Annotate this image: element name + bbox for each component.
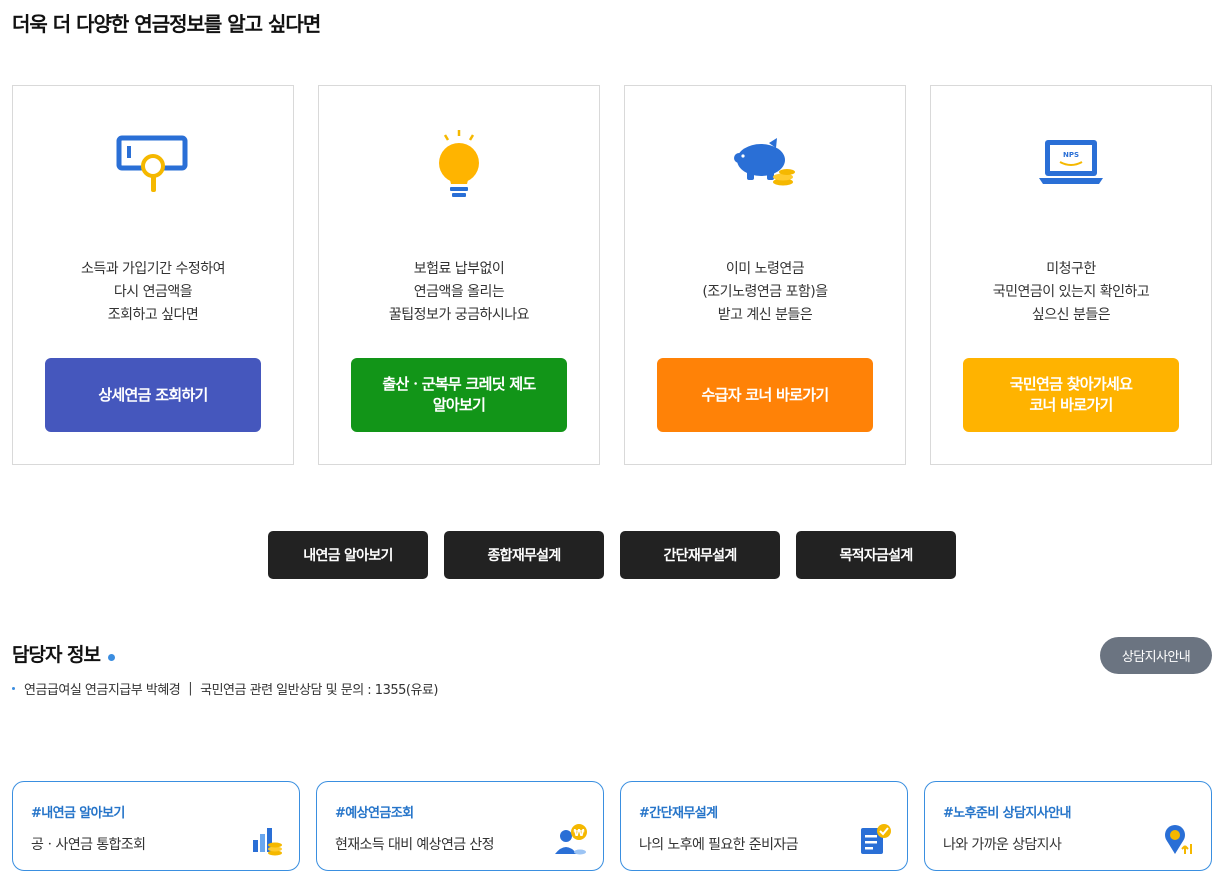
card-description: 이미 노령연금 (조기노령연금 포함)을 받고 계신 분들은 — [702, 261, 828, 323]
title-dot — [108, 654, 115, 661]
section-title: 더욱 더 다양한 연금정보를 알고 싶다면 — [12, 12, 321, 36]
card-description: 보험료 납부없이 연금액을 올리는 꿀팁정보가 궁금하시나요 — [388, 261, 530, 323]
link-branch-guide[interactable]: #노후준비 상담지사안내 나와 가까운 상담지사 — [924, 781, 1212, 871]
link-subtitle: 나의 노후에 필요한 준비자금 — [639, 837, 799, 853]
link-subtitle: 나와 가까운 상담지사 — [943, 837, 1062, 853]
link-subtitle: 현재소득 대비 예상연금 산정 — [335, 837, 495, 853]
contact-inquiry: 국민연금 관련 일반상담 및 문의 : 1355(유료) — [200, 683, 438, 698]
card-unclaimed-pension: NPS 미청구한 국민연금이 있는지 확인하고 싶으신 분들은 국민연금 찾아가… — [930, 85, 1212, 465]
card-credit-system: 보험료 납부없이 연금액을 올리는 꿀팁정보가 궁금하시나요 출산ㆍ군복무 크레… — [318, 85, 600, 465]
location-pin-icon — [1165, 825, 1192, 854]
link-simple-plan[interactable]: #간단재무설계 나의 노후에 필요한 준비자금 — [620, 781, 908, 871]
bullet — [12, 687, 15, 690]
person-coin-icon: ₩ — [555, 824, 587, 855]
nps-label: NPS — [1063, 151, 1079, 159]
lightbulb-icon — [319, 126, 599, 206]
separator: | — [188, 681, 193, 696]
link-subtitle: 공ㆍ사연금 통합조회 — [31, 837, 146, 853]
branch-info-button[interactable]: 상담지사안내 — [1100, 637, 1212, 674]
card-detail-pension: 소득과 가입기간 수정하여 다시 연금액을 조회하고 싶다면 상세연금 조회하기 — [12, 85, 294, 465]
shortcut-links: #내연금 알아보기 공ㆍ사연금 통합조회 #예상연금조회 현재소득 대비 예상연… — [12, 781, 1212, 871]
piggy-bank-icon — [625, 126, 905, 206]
card-description: 미청구한 국민연금이 있는지 확인하고 싶으신 분들은 — [992, 261, 1150, 323]
nps-laptop-icon: NPS — [931, 126, 1211, 206]
link-tag: #간단재무설계 — [639, 806, 718, 821]
credit-system-button[interactable]: 출산ㆍ군복무 크레딧 제도 알아보기 — [351, 358, 567, 432]
recipient-corner-button[interactable]: 수급자 코너 바로가기 — [657, 358, 873, 432]
link-tag: #예상연금조회 — [335, 806, 414, 821]
quick-menu: 내연금 알아보기 종합재무설계 간단재무설계 목적자금설계 — [268, 531, 956, 579]
simple-financial-plan-button[interactable]: 간단재무설계 — [620, 531, 780, 579]
link-tag: #내연금 알아보기 — [31, 806, 125, 821]
document-check-icon — [861, 824, 891, 854]
card-recipient-corner: 이미 노령연금 (조기노령연금 포함)을 받고 계신 분들은 수급자 코너 바로… — [624, 85, 906, 465]
magnifier-screen-icon — [13, 126, 293, 206]
my-pension-button[interactable]: 내연금 알아보기 — [268, 531, 428, 579]
card-description: 소득과 가입기간 수정하여 다시 연금액을 조회하고 싶다면 — [80, 261, 226, 323]
contact-title: 담당자 정보 — [12, 644, 101, 666]
comprehensive-financial-plan-button[interactable]: 종합재무설계 — [444, 531, 604, 579]
contact-info: 연금급여실 연금지급부 박혜경 | 국민연금 관련 일반상담 및 문의 : 13… — [12, 679, 438, 698]
find-pension-button[interactable]: 국민연금 찾아가세요 코너 바로가기 — [963, 358, 1179, 432]
detail-pension-lookup-button[interactable]: 상세연금 조회하기 — [45, 358, 261, 432]
won-symbol: ₩ — [573, 828, 584, 839]
pension-info-cards: 소득과 가입기간 수정하여 다시 연금액을 조회하고 싶다면 상세연금 조회하기… — [12, 85, 1212, 465]
link-my-pension[interactable]: #내연금 알아보기 공ㆍ사연금 통합조회 — [12, 781, 300, 871]
link-tag: #노후준비 상담지사안내 — [943, 806, 1071, 821]
contact-dept: 연금급여실 연금지급부 박혜경 — [24, 683, 181, 698]
link-expected-pension[interactable]: #예상연금조회 현재소득 대비 예상연금 산정 ₩ — [316, 781, 604, 871]
bar-chart-coins-icon — [253, 828, 282, 856]
purpose-fund-plan-button[interactable]: 목적자금설계 — [796, 531, 956, 579]
